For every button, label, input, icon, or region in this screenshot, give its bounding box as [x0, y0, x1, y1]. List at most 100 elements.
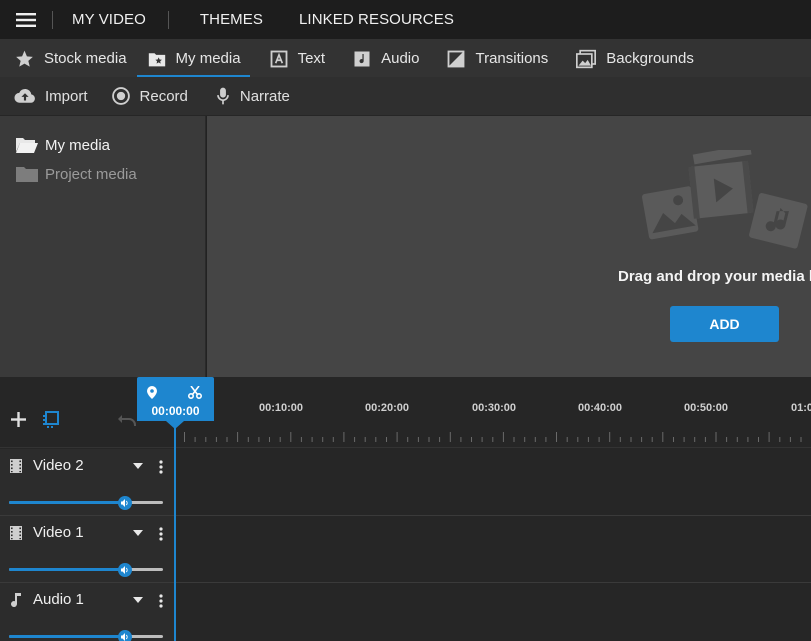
tick-label: 00:40:00 [577, 402, 623, 414]
ruler-tick [715, 432, 717, 442]
volume-slider[interactable] [9, 630, 163, 641]
ruler-tick [215, 437, 217, 442]
folder-icon [16, 167, 38, 182]
tab-label: Stock media [44, 50, 127, 67]
volume-icon[interactable] [118, 563, 132, 577]
ruler-tick [651, 437, 653, 442]
chevron-down-icon[interactable] [133, 463, 143, 469]
ruler-tick [481, 437, 483, 442]
star-icon [16, 50, 33, 67]
narrate-button[interactable]: Narrate [215, 86, 290, 106]
ruler-tick [322, 437, 324, 442]
project-title[interactable]: MY VIDEO [53, 11, 168, 28]
ruler-tick [492, 437, 494, 442]
undo-icon[interactable] [117, 411, 137, 427]
ruler-tick [779, 437, 781, 442]
playhead-pointer [166, 421, 184, 429]
tick-label: 00:20:00 [364, 402, 410, 414]
tick-label: 00:50:00 [683, 402, 729, 414]
tab-audio[interactable]: Audio [335, 40, 429, 77]
import-button[interactable]: Import [14, 87, 88, 105]
ruler-tick [768, 432, 770, 442]
ruler-tick [364, 437, 366, 442]
more-vertical-icon[interactable] [159, 527, 163, 541]
ruler-ticks [184, 432, 802, 442]
folder-project-media[interactable]: Project media [15, 165, 137, 183]
record-label: Record [139, 87, 188, 105]
hamburger-icon [16, 12, 36, 27]
drop-hint-text: Drag and drop your media he [618, 268, 811, 285]
tab-label: Text [297, 50, 326, 67]
track-lane[interactable] [174, 583, 811, 641]
ruler-tick [513, 437, 515, 442]
volume-icon[interactable] [118, 496, 132, 510]
volume-slider[interactable] [9, 496, 163, 510]
tab-backgrounds[interactable]: Backgrounds [558, 40, 704, 77]
ruler-tick [396, 432, 398, 442]
microphone-icon [217, 87, 229, 105]
ruler-tick [258, 437, 260, 442]
media-tabs: Stock media My media Text Audio Transiti… [0, 40, 811, 77]
track-video-2: Video 2 [0, 449, 811, 516]
more-vertical-icon[interactable] [159, 594, 163, 608]
themes-link[interactable]: THEMES [169, 11, 263, 28]
select-tool-icon[interactable] [42, 410, 60, 428]
ruler-tick [279, 437, 281, 442]
ruler-tick [609, 432, 611, 442]
ruler-tick [449, 432, 451, 442]
ruler-tick [226, 437, 228, 442]
ruler-tick [566, 437, 568, 442]
ruler-tick [290, 432, 292, 442]
folder-my-media[interactable]: My media [15, 136, 110, 154]
media-drop-area[interactable]: Drag and drop your media he ADD [207, 116, 811, 377]
import-label: Import [45, 87, 88, 105]
volume-icon[interactable] [118, 630, 132, 641]
tab-text[interactable]: Text [250, 40, 336, 77]
add-track-icon[interactable] [11, 412, 26, 427]
track-lane[interactable] [174, 516, 811, 582]
playhead-marker[interactable]: 00:00:00 [137, 377, 214, 421]
tick-label: 00:30:00 [471, 402, 517, 414]
tab-label: Backgrounds [606, 50, 694, 67]
tab-my-media[interactable]: My media [136, 40, 250, 77]
folder-label: My media [45, 136, 111, 154]
map-pin-icon[interactable] [147, 386, 157, 399]
ruler-tick [439, 437, 441, 442]
track-audio-1: Audio 1 [0, 583, 811, 641]
ruler-tick [545, 437, 547, 442]
scissors-icon[interactable] [188, 386, 202, 399]
top-bar: MY VIDEO THEMES LINKED RESOURCES [0, 0, 811, 40]
volume-slider[interactable] [9, 563, 163, 577]
chevron-down-icon[interactable] [133, 530, 143, 536]
playhead-line[interactable] [174, 421, 176, 641]
playhead-time: 00:00:00 [151, 404, 200, 418]
track-lane[interactable] [174, 449, 811, 515]
linked-resources-link[interactable]: LINKED RESOURCES [263, 11, 470, 28]
ruler-tick [641, 437, 643, 442]
more-vertical-icon[interactable] [159, 460, 163, 474]
chevron-down-icon[interactable] [133, 597, 143, 603]
folder-star-icon [148, 52, 165, 66]
tab-stock-media[interactable]: Stock media [0, 40, 137, 77]
ruler-tick [332, 437, 334, 442]
record-button[interactable]: Record [111, 86, 188, 106]
ruler-tick [800, 437, 802, 442]
timeline-ruler[interactable]: 00:10:00 00:20:00 00:30:00 00:40:00 00:5… [174, 377, 811, 448]
film-icon [10, 459, 22, 473]
track-header: Video 1 [0, 516, 174, 582]
ruler-tick [300, 437, 302, 442]
ruler-tick [194, 437, 196, 442]
music-note-icon [11, 593, 21, 607]
ruler-tick [460, 437, 462, 442]
track-name: Video 1 [33, 524, 84, 541]
track-name: Audio 1 [33, 591, 84, 608]
ruler-tick [577, 437, 579, 442]
tab-transitions[interactable]: Transitions [429, 40, 558, 77]
transition-icon [448, 50, 465, 67]
menu-button[interactable] [0, 0, 52, 40]
media-actions: Import Record Narrate [0, 77, 811, 116]
ruler-tick [205, 437, 207, 442]
ruler-tick [375, 437, 377, 442]
ruler-tick [673, 437, 674, 442]
add-media-button[interactable]: ADD [670, 306, 779, 342]
